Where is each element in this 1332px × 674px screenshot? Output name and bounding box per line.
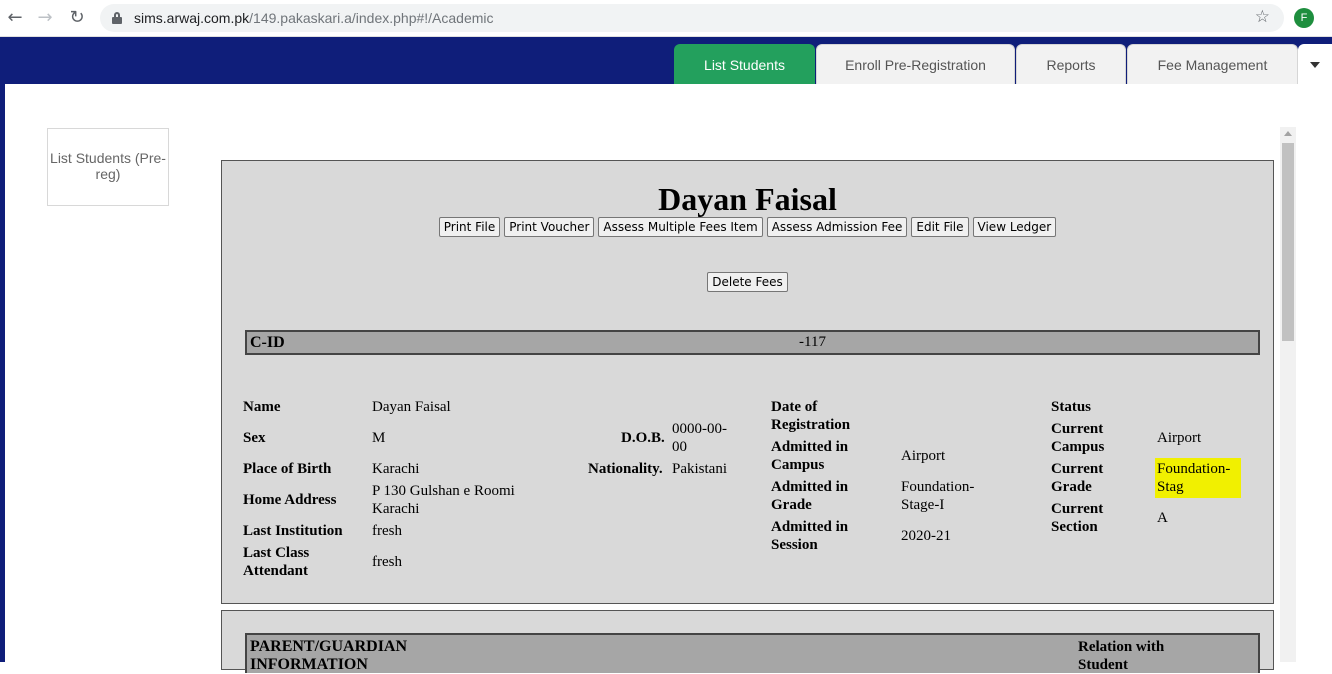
current-section-value: A: [1157, 510, 1168, 526]
edit-file-button[interactable]: Edit File: [911, 217, 969, 237]
sex-label: Sex: [243, 430, 266, 446]
current-campus-label: Current Campus: [1051, 421, 1105, 455]
current-campus-value: Airport: [1157, 430, 1202, 446]
url-text: sims.arwaj.com.pk/149.pakaskari.a/index.…: [134, 10, 494, 26]
tab-enroll-pre-registration[interactable]: Enroll Pre-Registration: [816, 44, 1015, 84]
list-students-prereg-button[interactable]: List Students (Pre-reg): [47, 128, 169, 206]
sex-value: M: [372, 430, 386, 446]
action-buttons: Print File Print Voucher Assess Multiple…: [222, 217, 1273, 237]
current-grade-value: Foundation-Stag: [1157, 460, 1239, 496]
current-grade-label: Current Grade: [1051, 461, 1104, 495]
parent-heading: PARENT/GUARDIAN INFORMATION: [250, 638, 408, 673]
scrollbar-thumb[interactable]: [1282, 143, 1294, 341]
cid-label: C-ID: [250, 334, 285, 351]
scroll-up-arrow-icon[interactable]: [1284, 131, 1292, 136]
nationality-label: Nationality.: [588, 461, 663, 477]
tab-reports[interactable]: Reports: [1016, 44, 1126, 84]
print-file-button[interactable]: Print File: [438, 217, 501, 237]
view-ledger-button[interactable]: View Ledger: [972, 217, 1057, 237]
lock-icon: [112, 12, 122, 24]
cid-row: C-ID -117: [245, 330, 1260, 355]
admitted-session-value: 2020-21: [901, 528, 951, 544]
dob-label: D.O.B.: [621, 430, 665, 446]
delete-fees-button[interactable]: Delete Fees: [707, 272, 788, 292]
caret-down-icon: [1310, 62, 1320, 68]
status-label: Status: [1051, 399, 1092, 415]
admitted-grade-label: Admitted in Grade: [771, 479, 849, 513]
last-institution-value: fresh: [372, 523, 402, 539]
parent-header-row: PARENT/GUARDIAN INFORMATION Relation wit…: [245, 633, 1260, 673]
browser-toolbar: ← → ↻ sims.arwaj.com.pk/149.pakaskari.a/…: [0, 0, 1332, 37]
place-of-birth-label: Place of Birth: [243, 461, 332, 477]
parent-guardian-panel: PARENT/GUARDIAN INFORMATION Relation wit…: [221, 610, 1274, 673]
place-of-birth-value: Karachi: [372, 461, 420, 477]
student-name-heading: Dayan Faisal: [658, 181, 837, 217]
profile-avatar[interactable]: F: [1294, 8, 1314, 28]
tab-fee-management[interactable]: Fee Management: [1127, 44, 1298, 84]
last-institution-label: Last Institution: [243, 523, 343, 539]
date-of-registration-label: Date of Registration: [771, 399, 851, 433]
page-left-edge: [0, 84, 5, 662]
cid-value: -117: [799, 334, 826, 350]
back-icon[interactable]: ←: [4, 7, 26, 29]
assess-admission-fee-button[interactable]: Assess Admission Fee: [766, 217, 908, 237]
current-section-label: Current Section: [1051, 501, 1104, 535]
admitted-campus-value: Airport: [901, 448, 946, 464]
app-nav-bar: List Students Enroll Pre-Registration Re…: [0, 37, 1332, 84]
tab-list-students[interactable]: List Students: [674, 44, 815, 84]
relation-heading: Relation with Student: [1078, 639, 1165, 673]
nationality-value: Pakistani: [672, 461, 727, 477]
admitted-grade-value: Foundation-Stage-I: [901, 479, 975, 513]
home-address-label: Home Address: [243, 492, 337, 508]
admitted-campus-label: Admitted in Campus: [771, 439, 849, 473]
forward-icon[interactable]: →: [34, 7, 56, 29]
admitted-session-label: Admitted in Session: [771, 519, 849, 553]
tabs-dropdown-button[interactable]: [1298, 44, 1332, 84]
name-value: Dayan Faisal: [372, 399, 451, 415]
address-bar[interactable]: sims.arwaj.com.pk/149.pakaskari.a/index.…: [100, 4, 1284, 32]
name-label: Name: [243, 399, 281, 415]
assess-multiple-fees-button[interactable]: Assess Multiple Fees Item: [598, 217, 763, 237]
print-voucher-button[interactable]: Print Voucher: [504, 217, 595, 237]
star-icon[interactable]: ☆: [1255, 7, 1270, 27]
last-class-label: Last Class Attendant: [243, 545, 310, 579]
last-class-value: fresh: [372, 554, 402, 570]
reload-icon[interactable]: ↻: [66, 7, 88, 29]
home-address-value: P 130 Gulshan e Roomi Karachi: [372, 483, 515, 517]
dob-value: 0000-00-00: [672, 421, 727, 455]
student-detail-panel: Dayan Faisal Print File Print Voucher As…: [221, 160, 1274, 604]
scrollbar[interactable]: [1280, 127, 1296, 662]
